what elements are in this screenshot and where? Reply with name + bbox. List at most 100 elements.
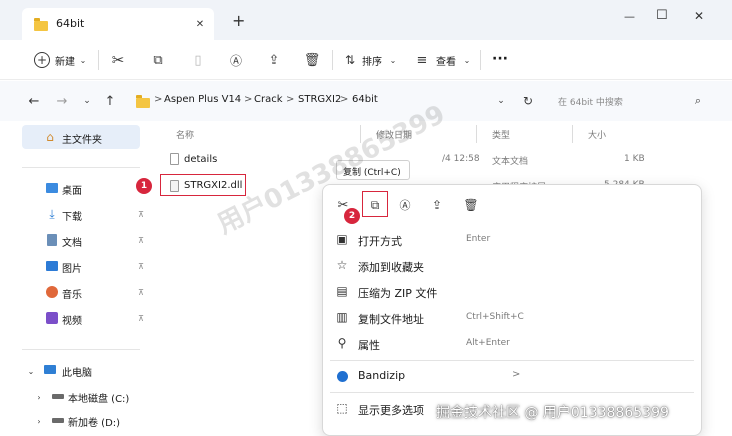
- documents-icon: [47, 234, 57, 246]
- paste-icon[interactable]: ▯: [188, 50, 208, 70]
- cm-share-icon[interactable]: ⇪: [428, 196, 446, 214]
- address-separator: >: [340, 94, 349, 105]
- sidebar-item-music[interactable]: 音乐 ⊼: [40, 283, 150, 303]
- sidebar-item-desktop[interactable]: 桌面 ⊼: [40, 179, 150, 199]
- sidebar-divider: [22, 349, 140, 350]
- cm-rename-icon[interactable]: Ⓐ: [396, 196, 414, 214]
- menu-item-compress-zip[interactable]: ▤ 压缩为 ZIP 文件: [334, 284, 694, 302]
- forward-arrow-icon[interactable]: →: [54, 92, 70, 110]
- expand-chevron-icon[interactable]: ›: [34, 414, 44, 428]
- pin-icon: ⊼: [138, 209, 144, 219]
- text-file-icon: [170, 153, 179, 165]
- sidebar-item-pictures[interactable]: 图片 ⊼: [40, 257, 150, 277]
- command-bar: + 新建 ⌄ ✂ ⧉ ▯ Ⓐ ⇪ 🗑 ⇅ 排序 ⌄ ≡ 查看 ⌄ ···: [0, 40, 732, 80]
- address-dropdown-icon[interactable]: ⌄: [494, 93, 508, 109]
- wrench-icon: ⚲: [337, 336, 347, 350]
- sidebar-item-videos[interactable]: 视频 ⊼: [40, 309, 150, 329]
- zip-icon: ▤: [336, 284, 348, 298]
- address-bar[interactable]: > Aspen Plus V14 > Crack > STRGXI2 > 64b…: [128, 87, 540, 115]
- file-type: 文本文档: [492, 157, 529, 167]
- address-separator: >: [154, 94, 163, 105]
- view-button[interactable]: 查看: [436, 53, 456, 68]
- breadcrumb-aspen[interactable]: Aspen Plus V14: [164, 94, 241, 105]
- sidebar-item-home[interactable]: ⌂ 主文件夹: [22, 125, 140, 149]
- rename-icon[interactable]: Ⓐ: [226, 50, 246, 70]
- sidebar-drive-label: 新加卷 (D:): [68, 418, 121, 429]
- drive-icon: [52, 418, 64, 423]
- tab-close-icon[interactable]: ✕: [192, 16, 208, 32]
- search-icon[interactable]: ⌕: [690, 93, 706, 109]
- pin-icon: ⊼: [138, 313, 144, 323]
- refresh-icon[interactable]: ↻: [520, 93, 536, 109]
- sort-chevron-icon: ⌄: [389, 55, 397, 65]
- sidebar-item-documents[interactable]: 文档 ⊼: [40, 231, 150, 251]
- cm-delete-icon[interactable]: 🗑: [462, 196, 480, 214]
- search-input[interactable]: 在 64bit 中搜索: [558, 95, 623, 108]
- sidebar-item-drive-c[interactable]: › 本地磁盘 (C:): [32, 387, 150, 407]
- pictures-icon: [46, 261, 58, 271]
- recent-chevron-icon[interactable]: ⌄: [80, 92, 94, 110]
- menu-item-copy-path[interactable]: ▥ 复制文件地址 Ctrl+Shift+C: [334, 310, 694, 328]
- step-badge-2: 2: [344, 208, 360, 224]
- menu-item-label: 添加到收藏夹: [358, 261, 424, 274]
- cut-icon[interactable]: ✂: [108, 50, 128, 70]
- new-button[interactable]: 新建: [55, 53, 75, 68]
- menu-item-bandizip[interactable]: Bandizip >: [334, 368, 694, 386]
- menu-item-label: 压缩为 ZIP 文件: [358, 287, 438, 300]
- address-folder-icon: [136, 95, 150, 108]
- sidebar-divider: [22, 167, 140, 168]
- context-menu-divider: [330, 392, 694, 393]
- tab-title: 64bit: [56, 17, 85, 30]
- pin-icon: ⊼: [138, 261, 144, 271]
- context-menu-divider: [330, 360, 694, 361]
- menu-item-open-with[interactable]: ▣ 打开方式 Enter: [334, 232, 694, 250]
- drive-icon: [52, 394, 64, 399]
- breadcrumb-strgxi2[interactable]: STRGXI2: [298, 94, 341, 105]
- column-header-size[interactable]: 大小: [588, 128, 606, 141]
- copy-icon[interactable]: ⧉: [148, 50, 168, 70]
- view-icon: ≡: [416, 52, 428, 68]
- view-chevron-icon: ⌄: [463, 55, 471, 65]
- sidebar-this-pc-label: 此电脑: [62, 368, 92, 379]
- menu-item-shortcut: Alt+Enter: [466, 338, 510, 348]
- menu-item-properties[interactable]: ⚲ 属性 Alt+Enter: [334, 336, 694, 354]
- up-arrow-icon[interactable]: ↑: [102, 92, 118, 110]
- menu-item-label: 显示更多选项: [358, 404, 424, 417]
- new-tab-button[interactable]: +: [232, 11, 245, 30]
- download-icon: ⤓: [49, 206, 55, 221]
- sidebar-item-download[interactable]: ⤓ 下载 ⊼: [40, 205, 150, 225]
- file-date: /4 12:58: [442, 154, 480, 164]
- more-options-icon: ⬚: [336, 401, 348, 415]
- table-row[interactable]: details /4 12:58 文本文档 1 KB: [164, 149, 656, 171]
- tab-64bit[interactable]: 64bit ✕: [22, 8, 214, 40]
- sidebar-item-this-pc[interactable]: ⌄ 此电脑: [22, 361, 150, 381]
- sidebar-item-label: 桌面: [62, 186, 82, 197]
- delete-icon[interactable]: 🗑: [302, 50, 322, 70]
- sidebar-item-drive-d[interactable]: › 新加卷 (D:): [32, 411, 150, 431]
- breadcrumb-64bit[interactable]: 64bit: [352, 94, 378, 105]
- menu-item-add-favorites[interactable]: ☆ 添加到收藏夹: [334, 258, 694, 276]
- file-name: details: [184, 154, 218, 165]
- new-chevron-icon: ⌄: [79, 55, 87, 65]
- new-plus-icon: +: [34, 52, 50, 68]
- expand-chevron-icon[interactable]: ›: [34, 390, 44, 404]
- more-button[interactable]: ···: [492, 51, 508, 67]
- close-button[interactable]: ✕: [694, 9, 704, 23]
- minimize-button[interactable]: —: [624, 10, 635, 23]
- bandizip-icon: [337, 371, 348, 382]
- search-box[interactable]: 在 64bit 中搜索 ⌕: [552, 87, 712, 115]
- sort-button[interactable]: 排序: [362, 53, 382, 68]
- menu-item-label: Bandizip: [358, 369, 406, 382]
- star-icon: ☆: [336, 258, 348, 272]
- submenu-arrow-icon: >: [512, 369, 521, 380]
- menu-item-label: 属性: [358, 339, 380, 352]
- breadcrumb-crack[interactable]: Crack: [254, 94, 283, 105]
- toolbar-divider: [480, 50, 481, 70]
- column-header-type[interactable]: 类型: [492, 128, 510, 141]
- share-icon[interactable]: ⇪: [264, 50, 284, 70]
- expand-chevron-icon[interactable]: ⌄: [26, 364, 36, 378]
- maximize-button[interactable]: ☐: [656, 8, 668, 23]
- column-header-name[interactable]: 名称: [176, 128, 194, 141]
- open-with-icon: ▣: [336, 232, 348, 246]
- back-arrow-icon[interactable]: ←: [26, 92, 42, 110]
